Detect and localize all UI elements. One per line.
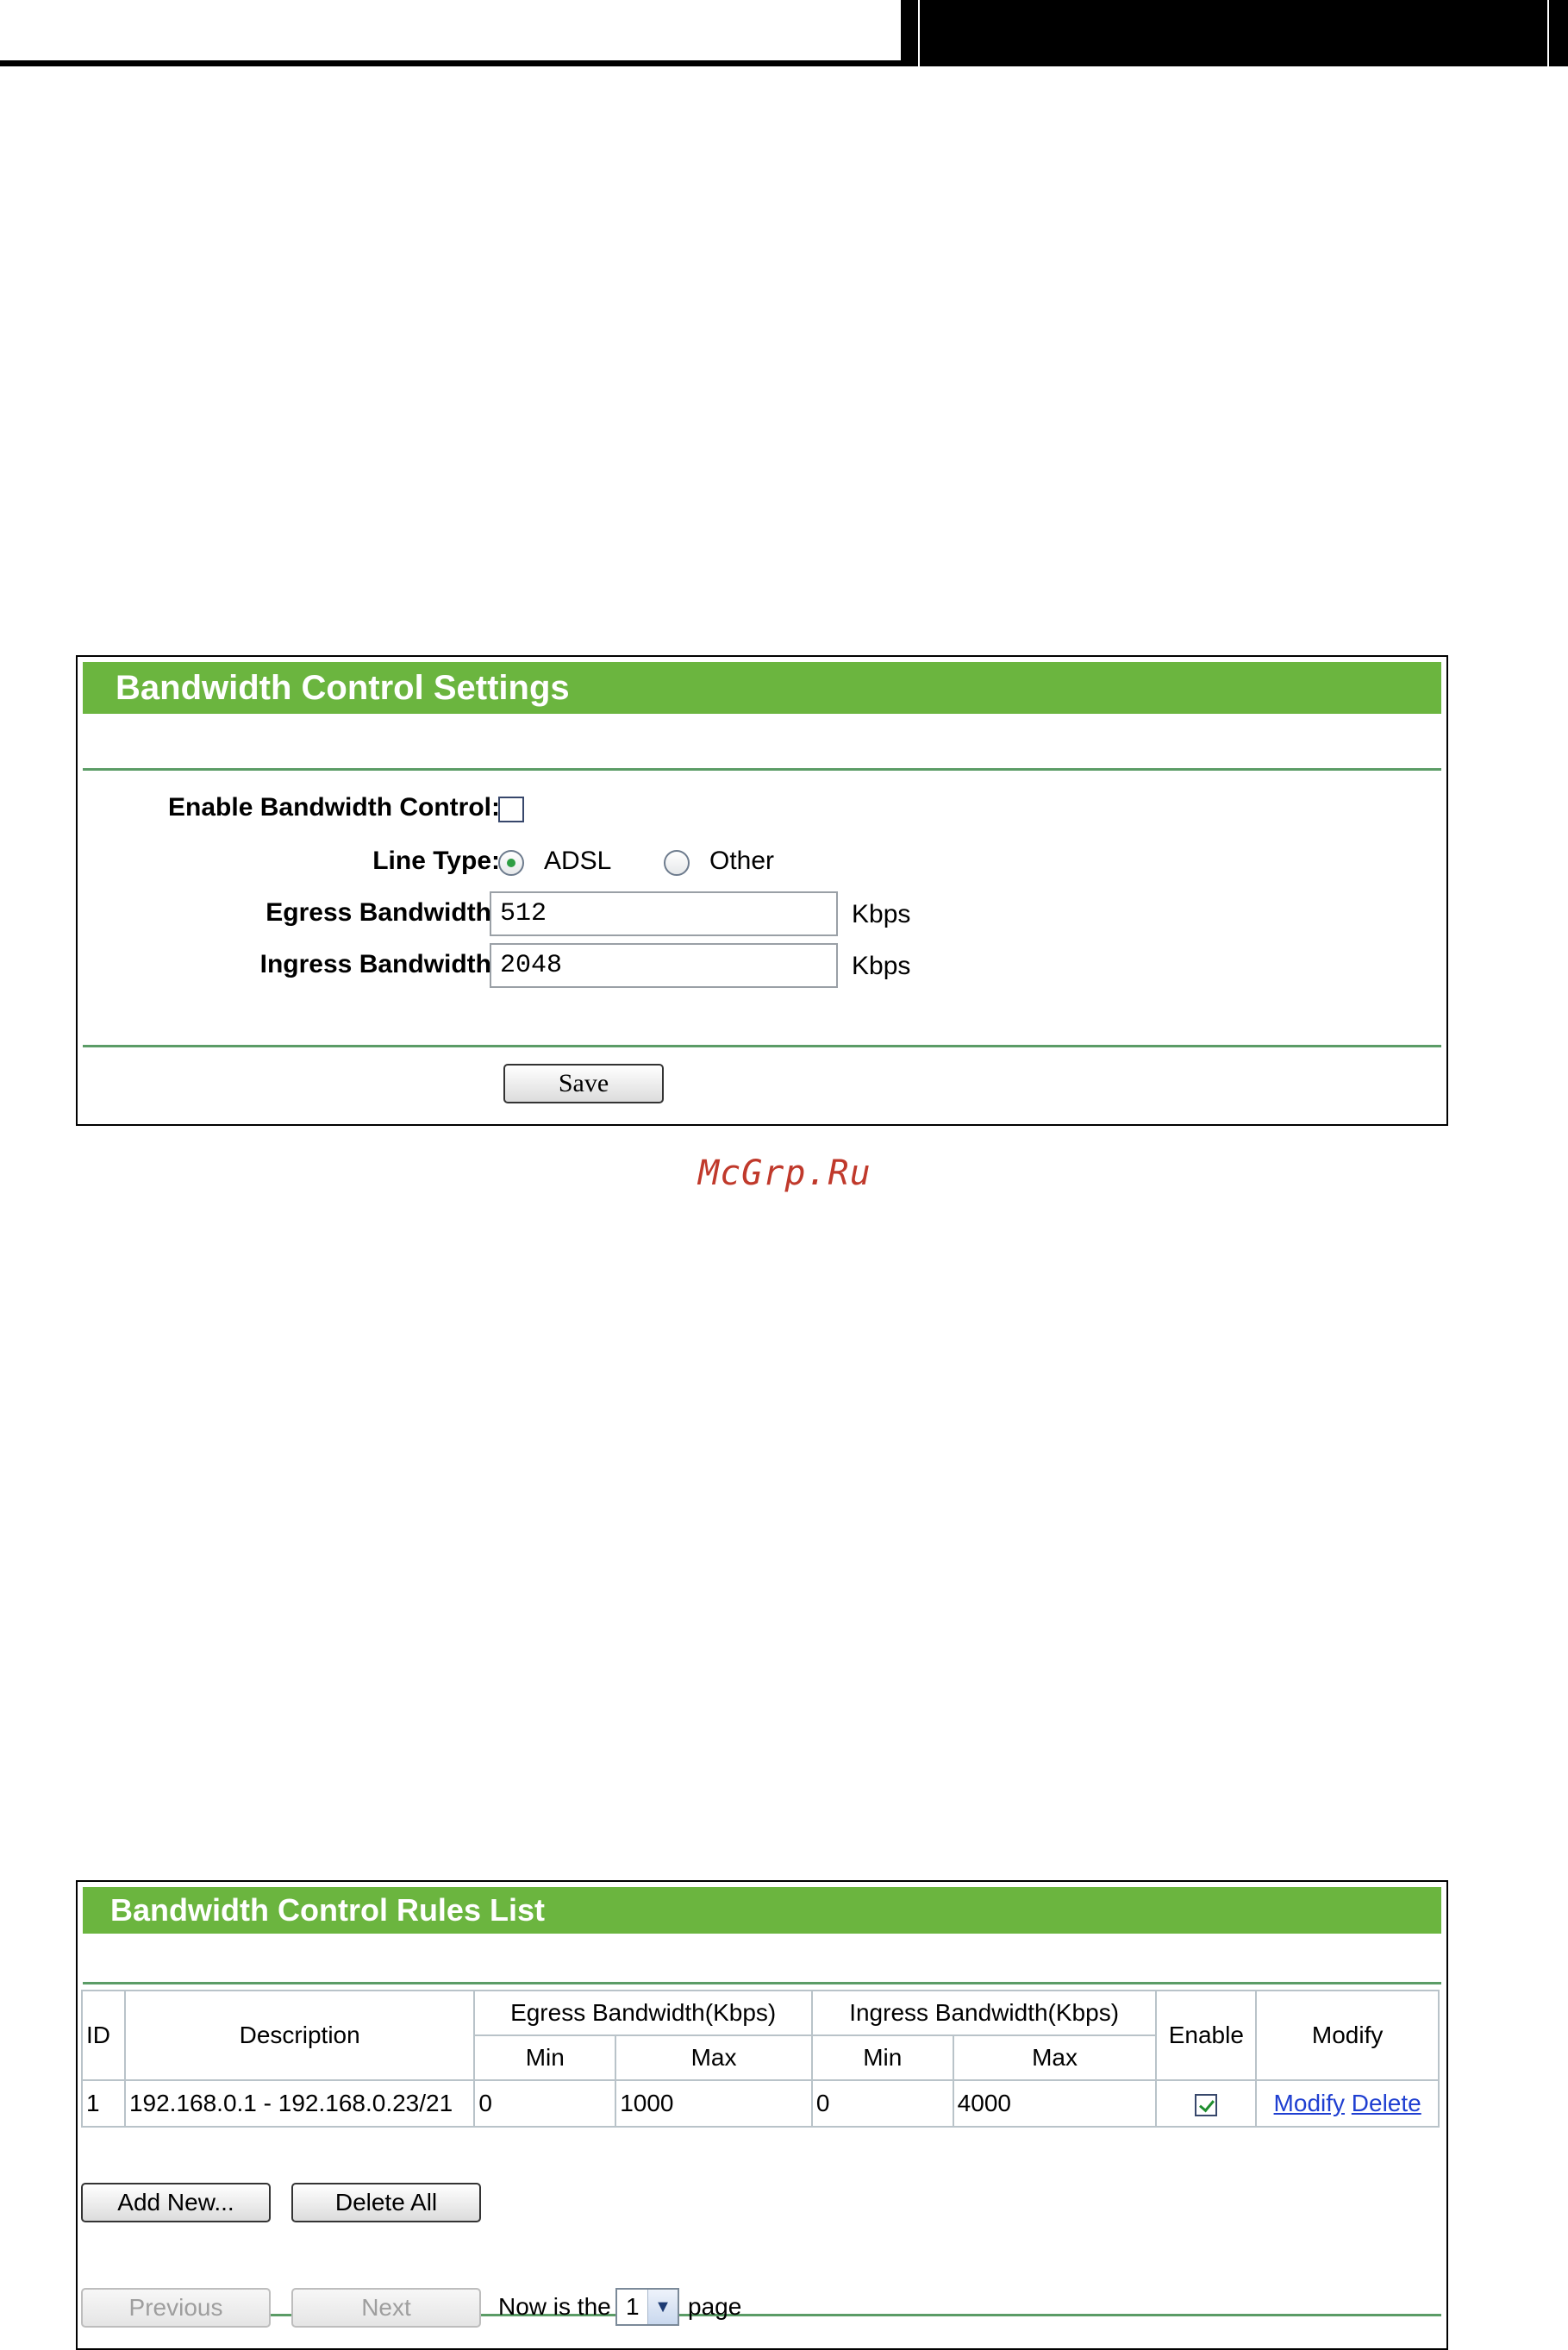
rules-panel-title: Bandwidth Control Rules List [83,1887,1441,1934]
col-header-description: Description [123,1990,476,2081]
col-header-egress-max: Max [615,2034,813,2081]
ingress-bandwidth-label: Ingress Bandwidth: [259,950,500,978]
page-select-value: 1 [626,2293,640,2320]
chevron-down-icon: ▼ [647,2290,678,2324]
cell-enable [1155,2079,1258,2128]
header-bar-separator [901,0,920,66]
rules-table: ID Description Egress Bandwidth(Kbps) In… [81,1990,1440,2128]
rules-top-divider [83,1982,1441,1984]
cell-ingress-min: 0 [810,2079,954,2128]
add-new-button[interactable]: Add New... [81,2183,271,2222]
col-header-ingress: Ingress Bandwidth(Kbps) [810,1990,1158,2036]
col-header-egress: Egress Bandwidth(Kbps) [473,1990,813,2036]
delete-all-button[interactable]: Delete All [291,2183,481,2222]
cell-description: 192.168.0.1 - 192.168.0.23/21 [123,2079,476,2128]
col-header-enable: Enable [1155,1990,1258,2081]
cell-ingress-max: 4000 [952,2079,1158,2128]
cell-id: 1 [81,2079,126,2128]
settings-panel-title: Bandwidth Control Settings [83,662,1441,714]
ingress-bandwidth-input[interactable]: 2048 [490,943,838,988]
previous-button[interactable]: Previous [81,2288,271,2328]
page-select[interactable]: 1 ▼ [615,2288,679,2326]
line-type-adsl-label: ADSL [544,847,612,875]
col-header-ingress-min: Min [810,2034,954,2081]
col-header-egress-min: Min [473,2034,617,2081]
ingress-unit-label: Kbps [852,952,911,980]
egress-bandwidth-label: Egress Bandwidth: [265,898,500,927]
cell-egress-min: 0 [473,2079,617,2128]
line-type-adsl-radio[interactable] [498,850,524,876]
cell-egress-max: 1000 [615,2079,813,2128]
header-rule [0,60,901,66]
watermark-text: McGrp.Ru [698,1153,871,1193]
save-button[interactable]: Save [503,1064,664,1103]
line-type-other-label: Other [709,847,775,875]
col-header-modify: Modify [1255,1990,1440,2081]
cell-modify: Modify Delete [1255,2079,1440,2128]
line-type-label: Line Type: [372,847,500,875]
egress-unit-label: Kbps [852,900,911,928]
egress-bandwidth-input[interactable]: 512 [490,891,838,936]
rule-enabled-checkbox[interactable] [1195,2093,1218,2116]
page-prefix-label: Now is the [498,2293,611,2320]
settings-top-divider [83,768,1441,771]
header-bar [901,0,1568,66]
next-button[interactable]: Next [291,2288,481,2328]
col-header-id: ID [81,1990,126,2081]
line-type-other-radio[interactable] [664,850,690,876]
enable-bandwidth-checkbox[interactable] [498,797,524,822]
enable-bandwidth-label: Enable Bandwidth Control: [168,793,500,822]
rules-bottom-divider [83,2314,1441,2316]
rules-header-row: ID Description Egress Bandwidth(Kbps) In… [81,1990,1440,2081]
col-header-ingress-max: Max [952,2034,1158,2081]
bandwidth-settings-panel: Bandwidth Control Settings Enable Bandwi… [76,655,1448,1126]
modify-link[interactable]: Modify [1274,2090,1345,2116]
delete-link[interactable]: Delete [1352,2090,1421,2116]
settings-bottom-divider [83,1045,1441,1047]
header-bar-end [1547,0,1568,66]
table-row: 1 192.168.0.1 - 192.168.0.23/21 0 1000 0… [81,2079,1440,2128]
page-suffix-label: page [688,2293,742,2320]
